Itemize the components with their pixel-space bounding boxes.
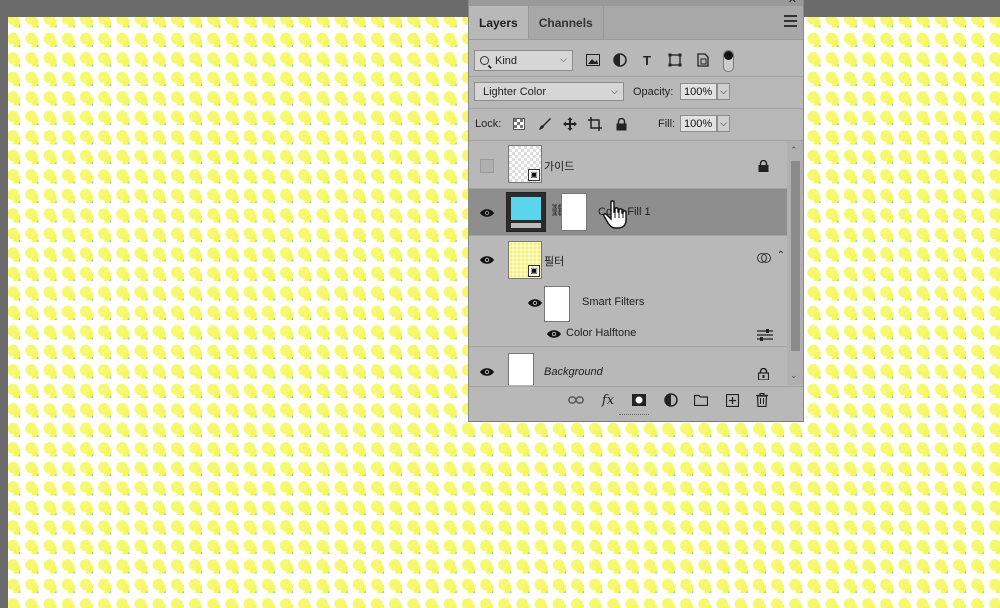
blend-row: Lighter Color ⌵ Opacity: 100% ⌵ xyxy=(469,77,803,109)
chevron-down-icon: ⌵ xyxy=(611,86,618,96)
lock-image-pixels-icon[interactable] xyxy=(538,117,552,131)
filter-kind-label: Kind xyxy=(495,54,518,67)
lock-label: Lock: xyxy=(475,118,502,130)
adjustment-filter-icon[interactable] xyxy=(612,52,628,68)
fill-field[interactable]: 100% xyxy=(680,115,717,132)
lock-icon xyxy=(757,367,770,381)
opacity-field[interactable]: 100% xyxy=(680,83,717,100)
fill-label: Fill: xyxy=(658,118,676,130)
lock-icon xyxy=(758,159,769,172)
eye-icon[interactable] xyxy=(547,329,561,339)
new-layer-icon[interactable] xyxy=(724,392,740,408)
trash-icon[interactable] xyxy=(754,392,770,408)
adjustment-layer-icon[interactable] xyxy=(663,392,679,408)
filter-name[interactable]: Color Halftone xyxy=(566,327,636,339)
layers-scrollbar[interactable]: ⌃ ⌄ xyxy=(787,141,803,385)
layer-row-guide[interactable]: ▣ 가이드 xyxy=(469,141,787,189)
collapse-chevron-icon[interactable]: ⌃ xyxy=(777,250,785,261)
layer-row-background[interactable]: Background xyxy=(469,347,787,385)
fill-dropdown-button[interactable]: ⌵ xyxy=(717,115,730,132)
chevron-down-icon: ⌵ xyxy=(560,54,567,64)
blend-mode-select[interactable]: Lighter Color ⌵ xyxy=(474,82,624,101)
fill-color-swatch xyxy=(511,197,541,220)
lock-row: Lock: Fill: 100% ⌵ xyxy=(469,109,803,141)
fx-icon[interactable]: fx xyxy=(600,392,616,408)
lock-position-icon[interactable] xyxy=(563,117,577,131)
smart-filter-indicator-icon xyxy=(757,251,771,269)
scrollbar-thumb[interactable] xyxy=(791,161,800,351)
tab-channels[interactable]: Channels xyxy=(527,6,604,39)
add-mask-icon[interactable] xyxy=(631,392,647,408)
filter-options-icon[interactable] xyxy=(757,328,773,346)
search-icon xyxy=(480,56,489,65)
layer-name[interactable]: Background xyxy=(544,366,603,378)
shape-filter-icon[interactable] xyxy=(667,52,683,68)
lock-transparent-pixels-icon[interactable] xyxy=(512,117,526,131)
layers-list: ▣ 가이드 ⛓ Color Fill 1 xyxy=(469,141,803,385)
layer-thumbnail: ▣ xyxy=(508,241,542,279)
eye-icon[interactable] xyxy=(480,367,494,377)
smart-object-icon: ▣ xyxy=(528,265,540,277)
folder-icon[interactable] xyxy=(693,392,709,408)
smart-filters-label[interactable]: Smart Filters xyxy=(582,296,644,308)
layer-name[interactable]: 가이드 xyxy=(544,158,574,174)
layer-mask-thumbnail[interactable] xyxy=(561,193,587,231)
scroll-down-icon[interactable]: ⌄ xyxy=(790,370,798,381)
opacity-label: Opacity: xyxy=(633,86,674,98)
smart-filter-mask-thumbnail[interactable] xyxy=(544,286,570,322)
filter-kind-select[interactable]: Kind ⌵ xyxy=(474,50,573,71)
filter-toggle[interactable] xyxy=(723,50,734,72)
hand-cursor-icon xyxy=(602,199,630,231)
layer-thumbnail xyxy=(508,353,534,385)
opacity-value: 100% xyxy=(684,85,713,98)
filter-row-color-halftone[interactable]: Color Halftone xyxy=(469,323,787,347)
smart-object-filter-icon[interactable] xyxy=(695,52,711,68)
layer-name[interactable]: 필터 xyxy=(544,253,564,269)
blend-mode-value: Lighter Color xyxy=(483,85,546,98)
opacity-dropdown-button[interactable]: ⌵ xyxy=(717,83,730,100)
link-layers-icon[interactable] xyxy=(568,392,584,408)
smart-filters-row[interactable]: Smart Filters xyxy=(469,283,787,323)
scroll-up-icon[interactable]: ⌃ xyxy=(790,145,798,156)
panel-tabs: Layers Channels xyxy=(469,6,803,40)
layers-bottom-toolbar: fx xyxy=(469,386,803,414)
lock-artboard-icon[interactable] xyxy=(588,117,602,131)
visibility-toggle[interactable] xyxy=(480,159,494,173)
eye-icon[interactable] xyxy=(480,208,494,218)
eye-icon[interactable] xyxy=(528,298,542,308)
fill-color-base xyxy=(511,223,541,228)
layer-row-filter[interactable]: ▣ 필터 ⌃ xyxy=(469,236,787,283)
panel-menu-icon[interactable] xyxy=(784,15,797,27)
panel-resize-grip[interactable] xyxy=(619,414,649,418)
tab-layers[interactable]: Layers xyxy=(469,6,528,39)
smart-object-icon: ▣ xyxy=(528,169,540,181)
lock-all-icon[interactable] xyxy=(614,117,628,131)
fill-value: 100% xyxy=(684,117,713,130)
layers-panel: ✕ Layers Channels Kind ⌵ T Lighter Color xyxy=(468,0,804,421)
layer-thumbnail: ▣ xyxy=(508,145,542,183)
type-filter-icon[interactable]: T xyxy=(639,52,655,68)
fill-color-thumbnail[interactable] xyxy=(506,192,546,232)
filter-row: Kind ⌵ T xyxy=(469,44,803,77)
image-filter-icon[interactable] xyxy=(585,52,601,68)
eye-icon[interactable] xyxy=(480,255,494,265)
